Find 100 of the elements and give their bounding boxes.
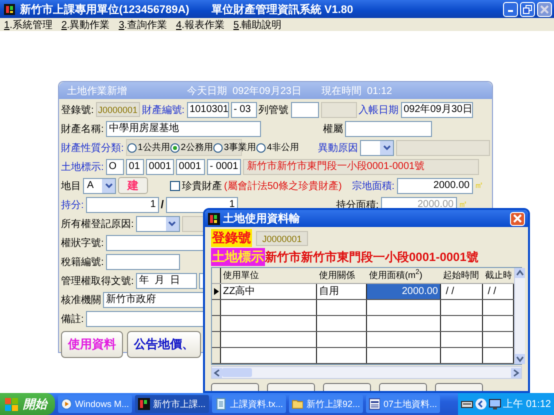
restore-button[interactable] [520,2,535,16]
window-title: 土地使用資料輸 [223,212,300,226]
field-label: 所有權登記原因: [61,218,134,230]
current-time: 現在時間 01:12 [322,84,392,98]
menu-item[interactable]: 5.輔助說明 [233,18,282,32]
note-text: (屬會計法50條之珍貴財產) [224,180,342,192]
minimize-button[interactable] [503,2,518,16]
dropdown[interactable] [136,216,180,232]
divider-slash: / [160,198,164,210]
column-header[interactable]: 截止時 [483,268,514,283]
text-field[interactable] [290,102,319,118]
field-label: 土地標示: [61,160,104,174]
scroll-down-icon [515,354,525,364]
scroll-thumb[interactable] [222,368,252,377]
close-button[interactable] [510,212,525,226]
text-field[interactable] [106,254,180,270]
taskbar-button[interactable]: 新竹上課92... [289,395,363,413]
radio-button[interactable] [256,142,266,152]
text-field[interactable]: - 03 [230,102,257,118]
menu-item[interactable]: 1.系統管理 [4,18,52,32]
field-label: 稅籍編號: [61,256,104,268]
restore-icon [523,4,532,14]
text-field[interactable]: 年 月 日 [136,272,198,288]
windows-logo-icon [5,398,19,410]
menu-item[interactable]: 3.查詢作業 [118,18,168,32]
field-label: 財產編號: [142,104,185,116]
app-icon [208,212,220,224]
field-label: 列管號 [258,104,289,116]
action-button[interactable]: 公告地價、 [127,331,201,358]
window-subtitle: 單位財產管理資訊系統 V1.80 [211,2,354,16]
close-icon [513,214,522,223]
text-field[interactable]: 01 [126,158,144,174]
close-icon [540,4,549,14]
taskbar-button[interactable]: 07土地資料... [366,395,440,413]
chevron-left-icon [475,398,488,410]
text-field[interactable]: - 0001 [206,158,241,174]
taskbar-button[interactable]: 新竹市上課... [135,395,209,413]
window-title: 土地作業新增 [67,84,127,98]
column-header[interactable]: 起始時間 [441,268,483,283]
chevron-down-icon [382,144,391,150]
empty-table-row[interactable] [212,348,514,364]
table-cell[interactable]: 2000.00 [367,284,441,299]
land-label: 土地標示 [211,248,265,266]
land-description: 新竹市新竹市東門段一小段0001-0001號 [265,248,478,266]
field-label: 地目 [61,180,81,192]
column-header[interactable]: 使用單位 [221,268,317,283]
empty-table-row[interactable] [212,300,514,316]
document-icon [369,398,380,410]
radio-button[interactable] [212,142,223,152]
dropdown[interactable] [360,140,394,156]
registration-number: J0000001 [256,230,308,246]
taskbar-button[interactable]: 上課資料.tx... [212,395,286,413]
text-field[interactable] [344,120,432,136]
field-label: 入帳日期 [358,104,399,116]
field-label: 異動原因 [318,142,358,154]
radio-button[interactable] [170,142,180,152]
field-label: 登錄號: [61,104,94,116]
number-field[interactable]: 2000.00 [396,178,473,194]
radio-label: 1公共用 [138,141,170,154]
column-header[interactable]: 使用關係 [317,268,367,283]
readonly-field [320,102,357,118]
checkbox[interactable] [170,180,180,190]
registration-label: 登錄號 [211,229,252,247]
clock: 上午 01:12 [503,398,551,411]
vertical-scrollbar[interactable] [514,268,525,364]
number-field[interactable]: 1 [86,196,159,212]
menu-item[interactable]: 4.報表作業 [176,18,224,32]
chevron-down-icon [104,182,112,188]
field-label: 權狀字號: [61,236,104,250]
registration-number: J0000001 [96,102,140,117]
empty-table-row[interactable] [212,316,514,332]
table-cell[interactable]: ZZ高中 [221,284,317,299]
radio-button[interactable] [126,142,137,152]
radio-label: 2公務用 [180,141,213,154]
menu-item[interactable]: 2.異動作業 [61,18,110,32]
radio-label: 3事業用 [224,141,256,154]
row-header[interactable] [212,284,221,299]
taskbar-button[interactable]: Windows M... [58,395,132,413]
keyboard-icon [461,399,474,409]
chevron-down-icon [168,220,176,226]
scroll-up-icon [515,268,525,278]
scroll-right-icon [511,368,521,378]
text-field[interactable]: 0001 [176,158,205,174]
field-label: 核准機關 [61,294,101,306]
dropdown[interactable]: A [83,178,116,194]
empty-table-row[interactable] [212,332,514,348]
column-header[interactable]: 使用面積(m$^{2}$) [367,268,441,283]
close-button[interactable] [537,2,552,16]
field-label: 宗地面積: [352,180,395,192]
radio-label: 4非公用 [266,141,299,154]
text-field[interactable]: O [106,158,124,174]
text-field[interactable]: 092年09月30日 [400,102,473,118]
horizontal-scrollbar[interactable] [211,366,522,379]
text-field[interactable]: 0001 [146,158,174,174]
app-icon [138,398,150,410]
unit-label: ㎡ [474,179,484,192]
checkbox-label: 珍貴財產 [182,180,222,192]
notepad-icon [215,398,227,410]
table-cell[interactable]: / / [441,284,483,299]
text-field[interactable]: 中學用房屋基地 [106,120,261,136]
